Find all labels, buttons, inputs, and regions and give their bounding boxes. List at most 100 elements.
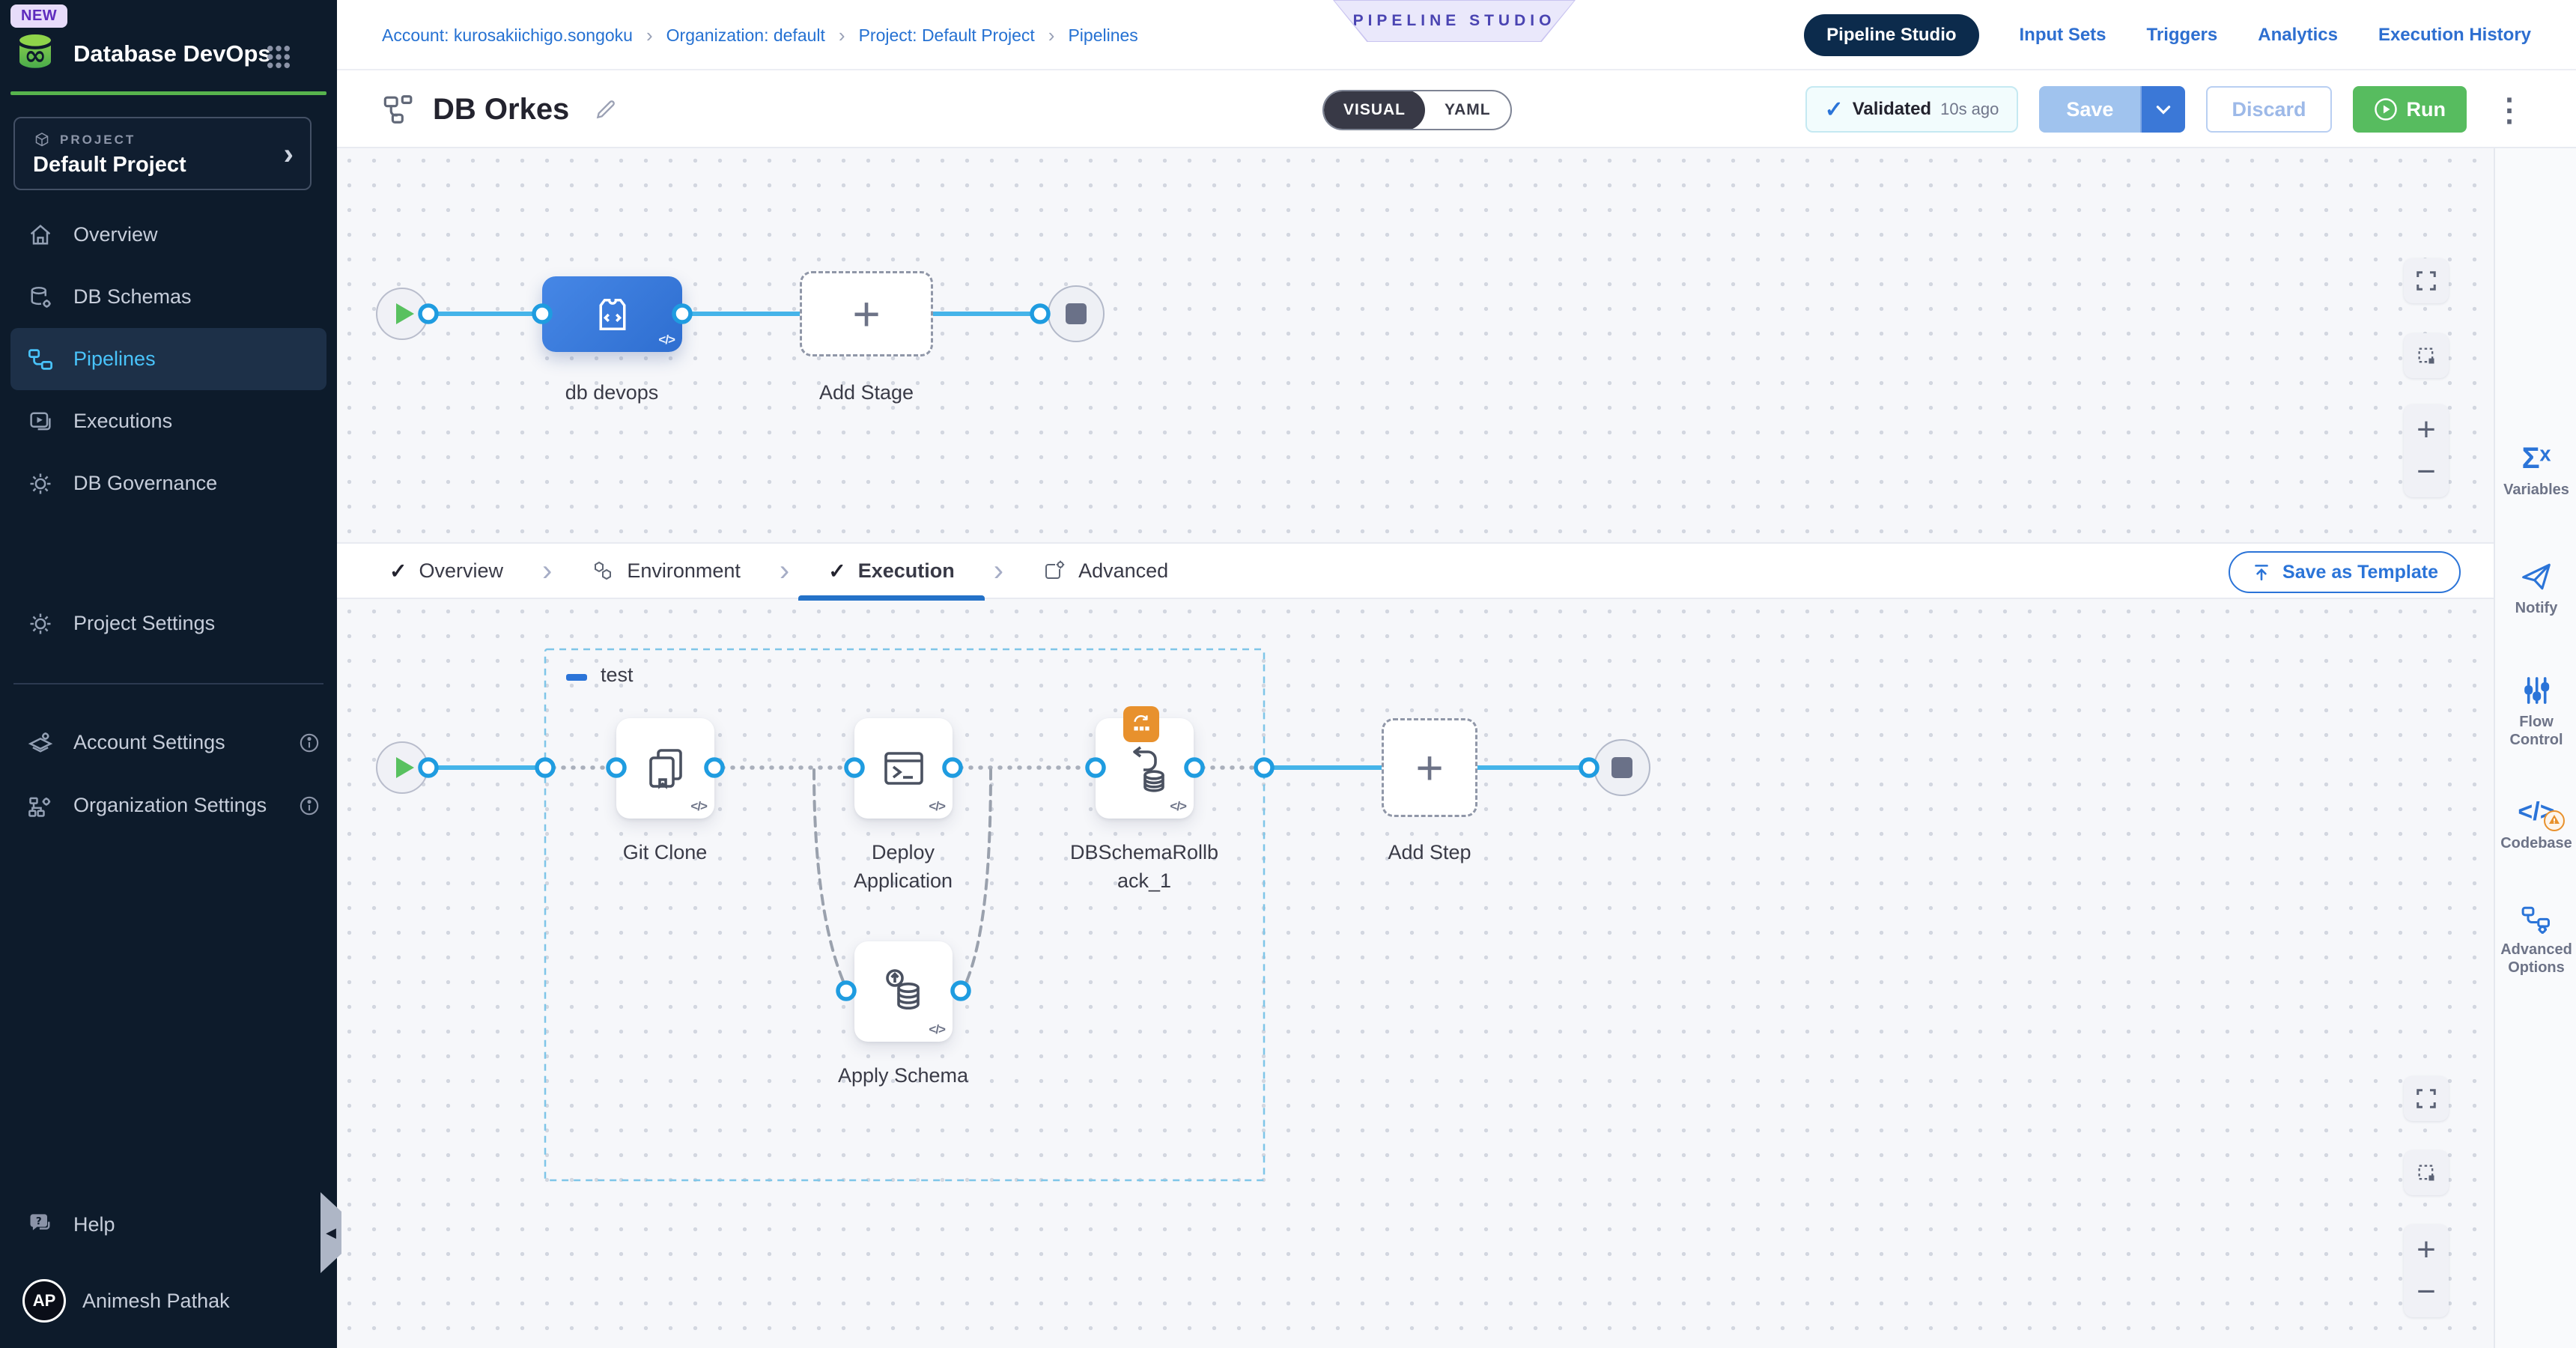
canvas-fit-button[interactable] bbox=[2404, 1076, 2449, 1121]
save-as-template-label: Save as Template bbox=[2282, 562, 2438, 583]
sidebar-item-project-settings[interactable]: Project Settings bbox=[0, 592, 337, 655]
rail-item-codebase[interactable]: </> Codebase bbox=[2495, 794, 2576, 852]
notify-paper-plane-icon bbox=[2520, 560, 2553, 593]
rail-item-advanced-options[interactable]: Advanced Options bbox=[2495, 900, 2576, 977]
execution-end-node[interactable] bbox=[1594, 739, 1650, 796]
play-icon bbox=[396, 757, 414, 778]
save-button[interactable]: Save bbox=[2039, 86, 2140, 133]
rail-item-notify[interactable]: Notify bbox=[2495, 559, 2576, 617]
add-stage-button[interactable]: + bbox=[800, 271, 933, 356]
canvas-select-button[interactable] bbox=[2404, 1150, 2449, 1195]
rail-label: Flow Control bbox=[2495, 713, 2576, 749]
step-group-name[interactable]: test bbox=[601, 664, 634, 687]
help-chat-icon: ? bbox=[27, 1212, 54, 1239]
layers-gear-icon bbox=[27, 729, 54, 756]
step-node-git-clone[interactable]: </> bbox=[616, 718, 714, 819]
project-selector[interactable]: PROJECT Default Project › bbox=[13, 117, 312, 190]
edit-pencil-icon[interactable] bbox=[593, 97, 619, 122]
sidebar-item-organization-settings[interactable]: Organization Settings bbox=[0, 774, 337, 837]
connector-port[interactable] bbox=[838, 983, 854, 999]
add-step-button[interactable]: + bbox=[1382, 718, 1477, 817]
tab-separator: › bbox=[994, 554, 1003, 588]
group-collapse-button[interactable] bbox=[566, 674, 587, 681]
tab-overview[interactable]: ✓ Overview bbox=[385, 542, 508, 599]
tab-analytics[interactable]: Analytics bbox=[2258, 25, 2338, 46]
sidebar-item-account-settings[interactable]: Account Settings bbox=[0, 711, 337, 774]
toggle-yaml[interactable]: YAML bbox=[1425, 90, 1510, 130]
breadcrumb-account[interactable]: Account: kurosakiichigo.songoku bbox=[382, 25, 633, 46]
zoom-out-button[interactable]: − bbox=[2416, 455, 2436, 488]
main-content: Account: kurosakiichigo.songoku › Organi… bbox=[337, 0, 2576, 1348]
tab-input-sets[interactable]: Input Sets bbox=[2020, 25, 2106, 46]
module-grid-icon[interactable] bbox=[264, 42, 294, 72]
tab-advanced[interactable]: Advanced bbox=[1038, 542, 1173, 599]
code-view-icon: </> bbox=[929, 799, 945, 814]
sidebar-item-help[interactable]: ? Help bbox=[0, 1194, 337, 1256]
tab-execution[interactable]: ✓ Execution bbox=[824, 542, 959, 599]
validated-chip[interactable]: ✓ Validated 10s ago bbox=[1805, 86, 2019, 133]
fit-view-icon bbox=[2415, 270, 2437, 292]
breadcrumb-pipelines[interactable]: Pipelines bbox=[1068, 25, 1137, 46]
canvas-fit-button[interactable] bbox=[2404, 258, 2449, 303]
plus-icon: + bbox=[1415, 744, 1443, 792]
run-label: Run bbox=[2407, 98, 2446, 121]
breadcrumb-separator: › bbox=[646, 24, 653, 47]
connector-port[interactable] bbox=[1032, 306, 1048, 322]
zoom-in-button[interactable]: + bbox=[2416, 413, 2436, 446]
sidebar-item-db-governance[interactable]: DB Governance bbox=[0, 452, 337, 514]
canvas-zoom-controls: + − bbox=[2404, 1224, 2449, 1317]
tab-pipeline-studio[interactable]: Pipeline Studio bbox=[1804, 14, 1978, 56]
info-icon[interactable] bbox=[297, 730, 322, 756]
pipelines-icon bbox=[27, 346, 54, 373]
zoom-in-button[interactable]: + bbox=[2416, 1233, 2436, 1266]
stage-canvas[interactable]: </> db devops + Add Stage + − bbox=[337, 148, 2494, 542]
more-options-kebab[interactable]: ⋮ bbox=[2488, 91, 2531, 128]
project-name: Default Project bbox=[33, 153, 186, 177]
save-as-template-button[interactable]: Save as Template bbox=[2229, 551, 2461, 593]
canvas-zoom-controls: + − bbox=[2404, 404, 2449, 497]
run-button[interactable]: Run bbox=[2353, 86, 2467, 133]
sidebar-item-pipelines[interactable]: Pipelines bbox=[10, 328, 326, 390]
rail-item-variables[interactable]: Σˣ Variables bbox=[2495, 440, 2576, 499]
toggle-visual[interactable]: VISUAL bbox=[1324, 90, 1425, 130]
user-name: Animesh Pathak bbox=[82, 1290, 230, 1313]
connector-port[interactable] bbox=[537, 759, 553, 776]
sidebar-item-db-schemas[interactable]: DB Schemas bbox=[0, 266, 337, 328]
breadcrumb-separator: › bbox=[1048, 24, 1055, 47]
breadcrumb-organization[interactable]: Organization: default bbox=[666, 25, 825, 46]
breadcrumb-project[interactable]: Project: Default Project bbox=[859, 25, 1035, 46]
tab-environment[interactable]: Environment bbox=[586, 542, 745, 599]
check-icon: ✓ bbox=[389, 559, 407, 583]
home-icon bbox=[27, 222, 54, 249]
execution-step-canvas[interactable]: test </> Git Clone </> Deploy bbox=[337, 599, 2494, 1348]
canvas-select-button[interactable] bbox=[2404, 333, 2449, 378]
tab-triggers[interactable]: Triggers bbox=[2147, 25, 2218, 46]
tab-execution-history[interactable]: Execution History bbox=[2378, 25, 2531, 46]
step-node-apply-schema[interactable]: </> bbox=[854, 941, 953, 1042]
svg-text:?: ? bbox=[36, 1215, 42, 1227]
connector-port[interactable] bbox=[1256, 759, 1272, 776]
sidebar-item-executions[interactable]: Executions bbox=[0, 390, 337, 452]
pipeline-name: DB Orkes bbox=[433, 93, 569, 127]
flow-control-sliders-icon bbox=[2520, 674, 2553, 707]
step-label: Apply Schema bbox=[813, 1062, 993, 1090]
zoom-out-button[interactable]: − bbox=[2416, 1275, 2436, 1308]
fit-view-icon bbox=[2415, 1087, 2437, 1110]
info-icon[interactable] bbox=[297, 793, 322, 819]
user-profile[interactable]: AP Animesh Pathak bbox=[0, 1267, 337, 1335]
rail-item-flow-control[interactable]: Flow Control bbox=[2495, 673, 2576, 749]
step-node-deploy-application[interactable]: </> bbox=[854, 718, 953, 819]
stage-node-db-devops[interactable]: </> bbox=[542, 276, 682, 352]
code-view-icon: </> bbox=[1170, 799, 1186, 814]
terminal-icon bbox=[880, 744, 928, 792]
sidebar-item-overview[interactable]: Overview bbox=[0, 204, 337, 266]
connector-port[interactable] bbox=[953, 983, 969, 999]
rail-label: Codebase bbox=[2495, 834, 2576, 852]
pipeline-end-node[interactable] bbox=[1048, 285, 1105, 342]
pipeline-start-node[interactable] bbox=[376, 288, 428, 340]
toolbar-actions: ✓ Validated 10s ago Save Discard Run bbox=[1805, 70, 2531, 148]
discard-button[interactable]: Discard bbox=[2206, 86, 2331, 133]
pipeline-studio-badge: PIPELINE STUDIO bbox=[1333, 0, 1576, 42]
save-options-caret[interactable] bbox=[2140, 86, 2185, 133]
execution-start-node[interactable] bbox=[376, 741, 428, 794]
